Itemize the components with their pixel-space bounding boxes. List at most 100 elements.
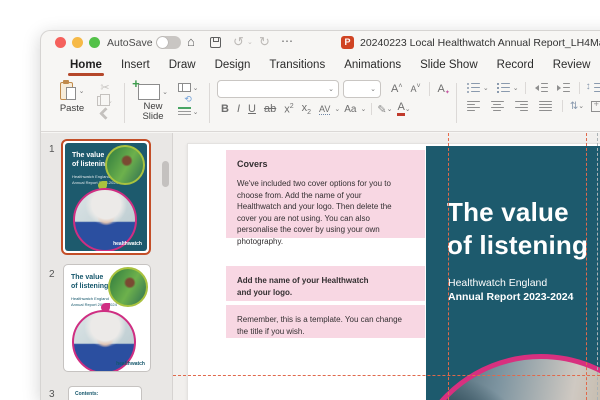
font-size-chevron-icon[interactable]: ⌄ (370, 85, 376, 93)
healthwatch-logo: healthwatch (113, 241, 142, 247)
ribbon-tabs: Home Insert Draw Design Transitions Anim… (41, 54, 600, 76)
change-case-chevron-icon[interactable]: ⌄ (360, 105, 366, 113)
bullet-list-icon[interactable] (467, 83, 480, 93)
line-spacing-icon[interactable]: ↕ (589, 83, 600, 93)
powerpoint-window: AutoSave ⌂ ↺ ⌄ ↻ ⋯ P 20240223 Local Heal… (40, 30, 600, 400)
titlebar-more-icon[interactable]: ⋯ (281, 34, 294, 48)
superscript-button[interactable]: x2 (284, 103, 293, 116)
shrink-font-button[interactable]: A˅ (410, 84, 420, 94)
cut-icon[interactable]: ✂ (100, 83, 109, 93)
vertical-guide-gray[interactable] (597, 133, 598, 400)
vertical-guide[interactable] (448, 133, 449, 400)
font-color-button[interactable]: A (397, 102, 404, 116)
slide-subtitle[interactable]: Healthwatch England (448, 277, 547, 289)
slide-number: 1 (49, 144, 55, 155)
align-right-icon[interactable] (515, 101, 528, 111)
window-minimize-button[interactable] (72, 37, 83, 48)
tab-home[interactable]: Home (70, 59, 102, 71)
align-objects-icon[interactable] (591, 101, 600, 112)
slide-thumbnail-3[interactable]: Contents: (68, 386, 142, 400)
tab-animations[interactable]: Animations (344, 59, 401, 71)
underline-button[interactable]: U (248, 103, 256, 115)
subscript-button[interactable]: x2 (302, 102, 311, 116)
photo-circle-woman-green (105, 145, 145, 185)
layout-chevron-icon[interactable]: ⌄ (193, 84, 199, 92)
bold-button[interactable]: B (221, 103, 229, 115)
new-slide-button[interactable]: ⌄ New Slide (132, 80, 174, 131)
slide-thumbnail-2[interactable]: The value of listening Healthwatch Engla… (63, 264, 151, 372)
slide-layout-icon[interactable] (178, 83, 191, 92)
section-chevron-icon[interactable]: ⌄ (193, 108, 199, 116)
tab-slide-show[interactable]: Slide Show (420, 59, 478, 71)
current-slide[interactable]: Covers We've included two cover options … (187, 143, 600, 400)
italic-button[interactable]: I (237, 103, 240, 115)
thumbnail-2-cover: The value of listening Healthwatch Engla… (64, 265, 150, 371)
redo-icon[interactable]: ↻ (259, 34, 270, 50)
autosave-label: AutoSave (107, 37, 153, 49)
home-icon[interactable]: ⌂ (187, 34, 195, 49)
grow-font-button[interactable]: A˄ (391, 83, 402, 95)
font-name-combobox[interactable]: ⌄ (217, 80, 339, 98)
char-spacing-chevron-icon[interactable]: ⌄ (334, 105, 340, 113)
numbered-list-chevron-icon[interactable]: ⌄ (513, 84, 519, 92)
clipboard-group: ⌄ Paste ✂ ⌄ (51, 80, 117, 131)
reset-slide-icon[interactable]: ⟲ (184, 95, 192, 104)
save-icon[interactable] (210, 37, 221, 48)
window-close-button[interactable] (55, 37, 66, 48)
slide-title[interactable]: The value of listening (447, 196, 588, 262)
paste-chevron-icon[interactable]: ⌄ (79, 87, 85, 95)
tab-review[interactable]: Review (553, 59, 591, 71)
clear-formatting-button[interactable]: A (438, 83, 445, 95)
decrease-indent-icon[interactable] (535, 83, 548, 93)
section-icon[interactable] (178, 107, 191, 116)
tab-transitions[interactable]: Transitions (269, 59, 325, 71)
text-direction-chevron-icon[interactable]: ⌄ (578, 102, 584, 110)
undo-chevron-icon[interactable]: ⌄ (247, 38, 253, 46)
tab-insert[interactable]: Insert (121, 59, 150, 71)
change-case-button[interactable]: Aa (344, 104, 356, 115)
font-size-combobox[interactable]: ⌄ (343, 80, 381, 98)
healthwatch-logo: healthwatch (116, 361, 145, 367)
align-left-icon[interactable] (467, 101, 480, 111)
tab-design[interactable]: Design (215, 59, 251, 71)
slide-subtitle-bold[interactable]: Annual Report 2023-2024 (448, 291, 573, 303)
strikethrough-button[interactable]: ab (264, 103, 276, 115)
paste-button[interactable]: ⌄ Paste (51, 80, 93, 131)
character-spacing-button[interactable]: AV (319, 104, 330, 115)
window-zoom-button[interactable] (89, 37, 100, 48)
undo-icon[interactable]: ↺ (233, 34, 244, 50)
font-name-chevron-icon[interactable]: ⌄ (328, 85, 334, 93)
content-area: 1 The value of listening Healthwatch Eng… (41, 133, 600, 400)
highlight-chevron-icon[interactable]: ⌄ (387, 105, 393, 113)
align-center-icon[interactable] (491, 101, 504, 111)
new-slide-icon (138, 84, 160, 100)
clipboard-small-buttons: ✂ ⌄ (93, 80, 117, 131)
remember-note-textbox[interactable]: Remember, this is a template. You can ch… (226, 305, 425, 338)
format-painter-icon[interactable] (99, 107, 112, 120)
add-name-note-textbox[interactable]: Add the name of your Healthwatch and you… (226, 266, 425, 301)
tab-record[interactable]: Record (497, 59, 534, 71)
bullet-list-chevron-icon[interactable]: ⌄ (483, 84, 489, 92)
font-color-chevron-icon[interactable]: ⌄ (405, 105, 411, 113)
text-direction-icon[interactable]: ⇅ (570, 101, 578, 112)
teal-cover-design[interactable]: The value of listening Healthwatch Engla… (426, 146, 600, 400)
horizontal-guide[interactable] (173, 375, 600, 376)
copy-icon[interactable] (97, 96, 105, 106)
covers-note-textbox[interactable]: Covers We've included two cover options … (226, 150, 425, 238)
editing-canvas: Covers We've included two cover options … (173, 133, 600, 400)
titlebar: AutoSave ⌂ ↺ ⌄ ↻ ⋯ P 20240223 Local Heal… (41, 31, 600, 54)
numbered-list-icon[interactable] (497, 83, 510, 93)
justify-icon[interactable] (539, 101, 552, 111)
covers-note-body: We've included two cover options for you… (237, 178, 414, 247)
new-slide-chevron-icon[interactable]: ⌄ (162, 88, 168, 96)
panel-scrollbar-thumb[interactable] (162, 161, 169, 187)
autosave-toggle[interactable] (156, 36, 181, 49)
tab-draw[interactable]: Draw (169, 59, 196, 71)
divider (562, 100, 563, 112)
slide-number: 3 (49, 389, 55, 400)
highlight-pen-icon[interactable]: ✎ (377, 103, 386, 116)
slide-thumbnail-1[interactable]: The value of listening Healthwatch Engla… (61, 139, 151, 255)
vertical-guide[interactable] (586, 133, 587, 400)
cover-photo-circle[interactable] (426, 354, 600, 400)
increase-indent-icon[interactable] (557, 83, 570, 93)
